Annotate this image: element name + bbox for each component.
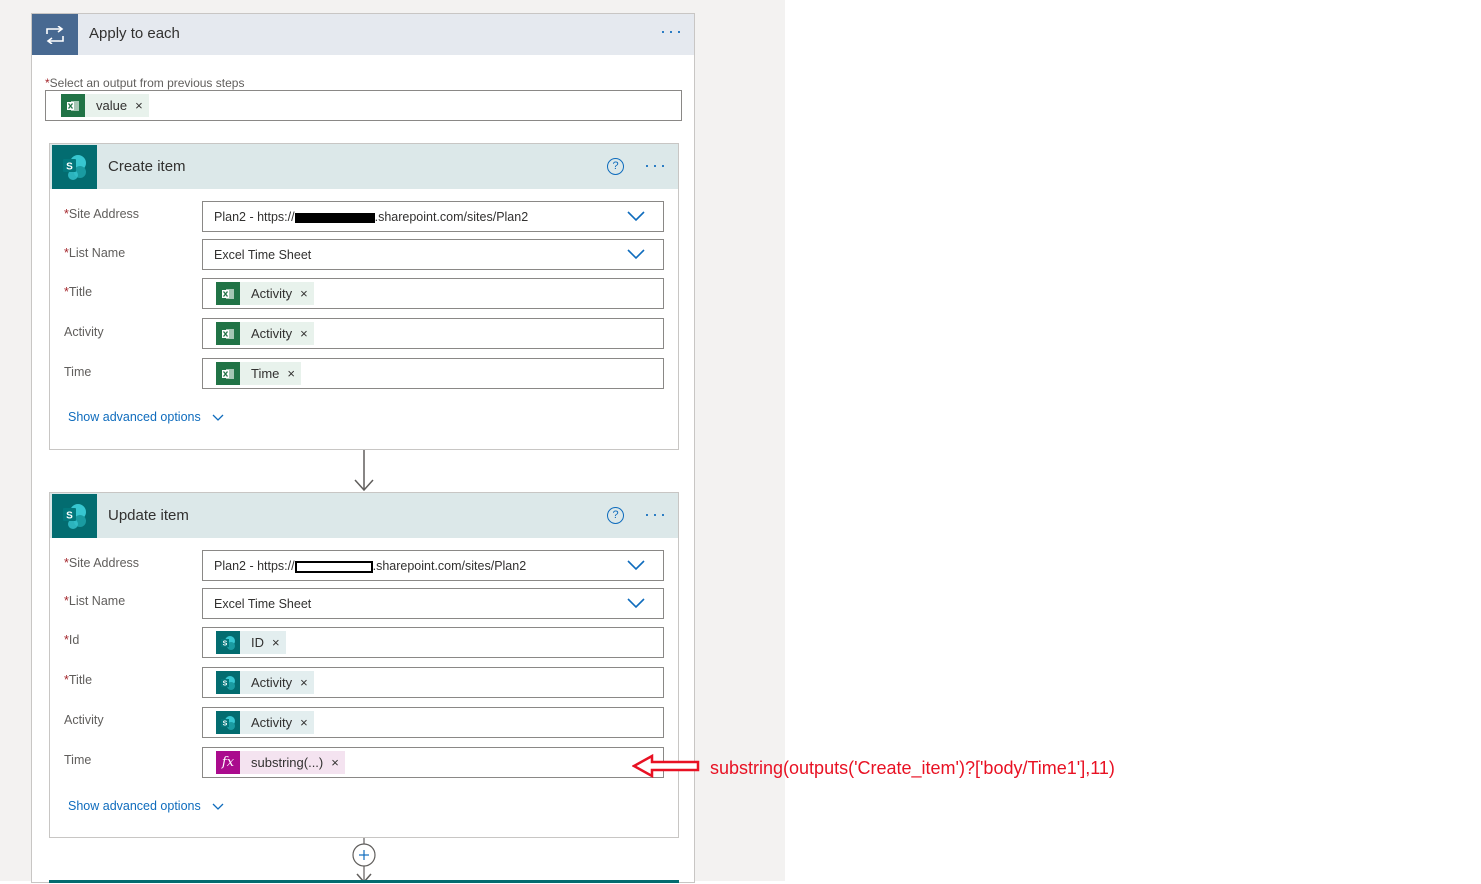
create-item-title: Create item: [108, 158, 186, 175]
apply-to-each-header[interactable]: Apply to each ···: [32, 14, 694, 55]
id-input[interactable]: S ID ×: [202, 627, 664, 658]
chevron-down-icon[interactable]: [627, 597, 645, 609]
site-address-prefix: Plan2 - https://: [214, 210, 295, 224]
show-advanced-options-link[interactable]: Show advanced options: [68, 410, 224, 424]
create-item-header[interactable]: S Create item ? ···: [50, 144, 678, 189]
substring-expression-token[interactable]: fx substring(...) ×: [216, 751, 345, 774]
activity-token[interactable]: S Activity ×: [216, 671, 314, 694]
site-address-suffix: .sharepoint.com/sites/Plan2: [374, 210, 529, 224]
sharepoint-icon: S: [52, 145, 97, 189]
time-label: Time: [64, 753, 92, 767]
excel-icon: [216, 282, 240, 305]
chevron-down-icon[interactable]: [627, 210, 645, 222]
activity-label: Activity: [64, 325, 104, 339]
create-item-card: S Create item ? ··· *Site Address Plan2 …: [49, 143, 679, 450]
ellipsis-icon[interactable]: ···: [644, 156, 668, 174]
loop-icon: [32, 14, 78, 55]
svg-text:S: S: [223, 720, 228, 727]
select-output-label: *Select an output from previous steps: [45, 76, 245, 90]
sharepoint-icon: S: [52, 494, 97, 538]
site-address-label: *Site Address: [64, 556, 140, 570]
activity-token[interactable]: Activity ×: [216, 322, 314, 345]
apply-to-each-card: Apply to each ··· *Select an output from…: [31, 13, 695, 884]
title-input[interactable]: S Activity ×: [202, 667, 664, 698]
next-card-edge: [49, 880, 679, 883]
connector-arrow: [354, 450, 374, 492]
redacted-block: [294, 560, 373, 573]
remove-token-icon[interactable]: ×: [296, 286, 314, 301]
show-advanced-options-link[interactable]: Show advanced options: [68, 799, 224, 813]
ellipsis-icon[interactable]: ···: [660, 22, 684, 40]
activity-token[interactable]: S Activity ×: [216, 711, 314, 734]
sharepoint-icon: S: [216, 631, 240, 654]
help-icon[interactable]: ?: [607, 158, 624, 175]
list-name-label: *List Name: [64, 594, 126, 608]
sharepoint-icon: S: [216, 671, 240, 694]
svg-text:S: S: [66, 162, 73, 173]
svg-text:S: S: [66, 511, 73, 522]
chevron-down-icon: [212, 803, 224, 810]
remove-token-icon[interactable]: ×: [268, 635, 286, 650]
svg-text:S: S: [223, 680, 228, 687]
activity-input[interactable]: Activity ×: [202, 318, 664, 349]
annotation-arrow: [632, 754, 700, 778]
list-name-label: *List Name: [64, 246, 126, 260]
update-item-card: S Update item ? ··· *Site Address Plan2 …: [49, 492, 679, 838]
chevron-down-icon[interactable]: [627, 248, 645, 260]
list-name-select[interactable]: Excel Time Sheet: [202, 588, 664, 619]
chevron-down-icon: [212, 414, 224, 421]
list-name-value: Excel Time Sheet: [214, 597, 312, 611]
plus-circle-icon[interactable]: [350, 838, 378, 884]
id-label: *Id: [64, 633, 80, 647]
svg-text:S: S: [223, 640, 228, 647]
site-address-suffix: .sharepoint.com/sites/Plan2: [372, 559, 527, 573]
site-address-select[interactable]: Plan2 - https:// .sharepoint.com/sites/Pl…: [202, 201, 664, 232]
title-label: *Title: [64, 673, 93, 687]
list-name-value: Excel Time Sheet: [214, 248, 312, 262]
select-output-input[interactable]: value ×: [45, 90, 682, 121]
excel-icon: [216, 322, 240, 345]
activity-token[interactable]: Activity ×: [216, 282, 314, 305]
title-input[interactable]: Activity ×: [202, 278, 664, 309]
sharepoint-icon: S: [216, 711, 240, 734]
activity-input[interactable]: S Activity ×: [202, 707, 664, 738]
list-name-select[interactable]: Excel Time Sheet: [202, 239, 664, 270]
redacted-block: [294, 212, 375, 223]
remove-token-icon[interactable]: ×: [296, 675, 314, 690]
annotation-text: substring(outputs('Create_item')?['body/…: [710, 758, 1115, 778]
chevron-down-icon[interactable]: [627, 559, 645, 571]
update-item-title: Update item: [108, 507, 189, 524]
site-address-label: *Site Address: [64, 207, 140, 221]
activity-label: Activity: [64, 713, 104, 727]
time-input[interactable]: fx substring(...) ×: [202, 747, 664, 778]
id-token[interactable]: S ID ×: [216, 631, 286, 654]
remove-token-icon[interactable]: ×: [131, 98, 149, 113]
site-address-select[interactable]: Plan2 - https:// .sharepoint.com/sites/Pl…: [202, 550, 664, 581]
remove-token-icon[interactable]: ×: [296, 326, 314, 341]
ellipsis-icon[interactable]: ···: [644, 505, 668, 523]
apply-to-each-title: Apply to each: [89, 25, 180, 42]
time-input[interactable]: Time ×: [202, 358, 664, 389]
remove-token-icon[interactable]: ×: [327, 755, 345, 770]
time-label: Time: [64, 365, 92, 379]
site-address-prefix: Plan2 - https://: [214, 559, 295, 573]
help-icon[interactable]: ?: [607, 507, 624, 524]
excel-icon: [61, 94, 85, 117]
fx-icon: fx: [216, 751, 240, 774]
title-label: *Title: [64, 285, 93, 299]
remove-token-icon[interactable]: ×: [296, 715, 314, 730]
update-item-header[interactable]: S Update item ? ···: [50, 493, 678, 538]
excel-icon: [216, 362, 240, 385]
remove-token-icon[interactable]: ×: [283, 366, 301, 381]
value-token[interactable]: value ×: [61, 94, 149, 117]
time-token[interactable]: Time ×: [216, 362, 301, 385]
